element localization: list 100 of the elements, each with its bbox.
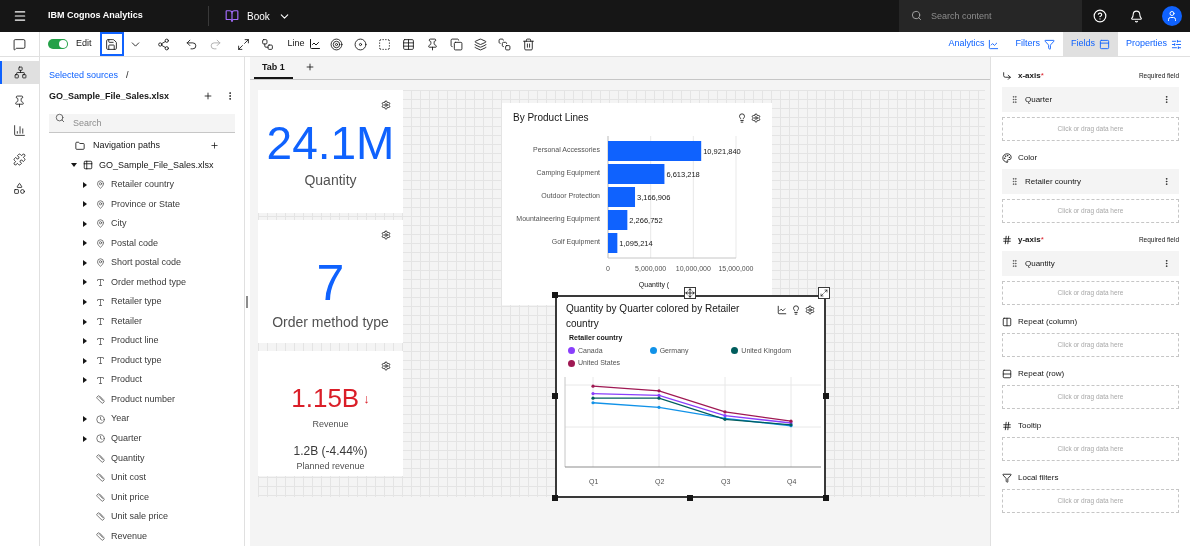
tree-item[interactable]: Unit price: [111, 490, 149, 505]
text-type-icon: [96, 336, 105, 346]
resize-handle[interactable]: [823, 393, 829, 399]
settings-icon[interactable]: [381, 361, 391, 371]
add-tab-icon[interactable]: [304, 62, 315, 72]
caret-icon[interactable]: [82, 416, 88, 423]
caret-icon[interactable]: [82, 181, 88, 188]
search-icon: [55, 113, 65, 123]
document-switcher[interactable]: Book: [225, 8, 291, 24]
caret-icon[interactable]: [82, 318, 88, 325]
tree-item[interactable]: GO_Sample_File_Sales.xlsx: [99, 158, 214, 173]
caret-icon[interactable]: [82, 240, 88, 247]
ruler-icon: [96, 492, 105, 502]
trend-arrow: ↓: [363, 389, 370, 408]
caret-icon[interactable]: [82, 299, 88, 305]
breadcrumb-separator: /: [126, 69, 129, 82]
settings-icon[interactable]: [805, 305, 815, 315]
text-type-icon: [96, 278, 105, 287]
drag-handle-icon[interactable]: [1010, 259, 1019, 268]
panel-tab[interactable]: Filters: [1007, 32, 1063, 56]
caret-icon[interactable]: [82, 279, 88, 286]
tree-item[interactable]: Quantity: [111, 451, 145, 465]
caret-icon[interactable]: [71, 162, 77, 169]
settings-icon[interactable]: [381, 100, 391, 110]
caret-icon[interactable]: [82, 357, 88, 364]
tree-item[interactable]: Year: [111, 412, 130, 426]
tree-item[interactable]: Order method type: [111, 275, 187, 290]
save-icon[interactable]: [99, 32, 124, 56]
resize-handle[interactable]: [687, 495, 693, 501]
caret-icon[interactable]: [82, 220, 88, 227]
visualization-type-button[interactable]: Line: [283, 37, 325, 51]
resize-handle[interactable]: [552, 393, 558, 399]
overflow-menu-icon[interactable]: [1162, 95, 1171, 104]
search-field[interactable]: Search content: [899, 0, 1082, 32]
rows-icon: [1002, 369, 1012, 379]
overflow-menu-icon[interactable]: [1162, 259, 1171, 268]
caret-icon[interactable]: [82, 201, 88, 208]
lightbulb-icon[interactable]: [737, 112, 747, 123]
tree-item[interactable]: Product number: [111, 392, 176, 407]
columns-icon: [1002, 317, 1012, 327]
panel-tab[interactable]: Analytics: [940, 32, 1008, 56]
panel-tab[interactable]: Fields: [1062, 32, 1118, 56]
navigation-paths-item[interactable]: Navigation paths: [93, 139, 210, 153]
panel-icon: [1098, 38, 1110, 50]
settings-icon[interactable]: [381, 230, 391, 240]
tree-item[interactable]: Unit sale price: [111, 510, 169, 524]
source-title: GO_Sample_File_Sales.xlsx: [49, 89, 171, 103]
caret-icon[interactable]: [82, 377, 88, 384]
clock-icon: [96, 434, 105, 444]
tree-item[interactable]: Province or State: [111, 197, 181, 212]
edit-toggle[interactable]: Edit: [48, 37, 92, 51]
caret-icon[interactable]: [82, 259, 88, 266]
lightbulb-icon[interactable]: [791, 305, 801, 315]
line-chart-icon: [988, 38, 1000, 50]
resize-handle[interactable]: [552, 495, 558, 501]
avatar[interactable]: [1162, 6, 1182, 26]
tree-item[interactable]: Retailer: [111, 314, 142, 329]
settings-icon[interactable]: [751, 112, 761, 123]
caret-icon[interactable]: [82, 338, 88, 345]
tab[interactable]: Tab 1: [254, 59, 293, 79]
move-handle-icon[interactable]: [684, 287, 696, 299]
tree-item[interactable]: Postal code: [111, 236, 159, 251]
search-field[interactable]: Search: [49, 114, 235, 133]
splitter-handle[interactable]: [246, 295, 248, 308]
kpi-value: 7: [316, 258, 345, 308]
drag-handle-icon[interactable]: [1010, 177, 1019, 186]
folder-icon: [75, 140, 85, 151]
tree-item[interactable]: Revenue: [111, 529, 148, 544]
kpi-label: Quantity: [304, 171, 357, 190]
resize-handle[interactable]: [552, 292, 558, 298]
add-icon[interactable]: [210, 141, 219, 151]
location-pin-icon: [96, 219, 105, 229]
panel-tab[interactable]: Properties: [1117, 32, 1190, 56]
add-icon[interactable]: [203, 91, 213, 102]
resize-handle[interactable]: [823, 495, 829, 501]
tree-item[interactable]: Retailer country: [111, 178, 175, 192]
tree-item[interactable]: Retailer type: [111, 295, 162, 309]
chart-type-icon[interactable]: [777, 305, 787, 315]
tree-item[interactable]: Unit cost: [111, 471, 146, 485]
location-pin-icon: [96, 199, 105, 209]
kpi-label: Order method type: [272, 313, 389, 332]
slot-label: Repeat (column): [1018, 316, 1078, 328]
tree-item[interactable]: City: [111, 217, 127, 231]
ruler-icon: [96, 395, 105, 405]
breadcrumb-link[interactable]: Selected sources: [49, 69, 119, 83]
overflow-menu-icon[interactable]: [1162, 177, 1171, 186]
tree-item[interactable]: Product line: [111, 334, 159, 348]
line-chart-icon: [308, 38, 321, 50]
caret-icon[interactable]: [82, 435, 88, 442]
tree-item[interactable]: Product type: [111, 353, 162, 368]
tree-item[interactable]: Product: [111, 373, 143, 387]
slot-label: Local filters: [1018, 472, 1059, 484]
drag-handle-icon[interactable]: [1010, 95, 1019, 104]
slot-label: Repeat (row): [1018, 368, 1065, 380]
filter-icon: [1043, 38, 1055, 50]
tree-item[interactable]: Quarter: [111, 432, 142, 446]
tree-item[interactable]: Short postal code: [111, 256, 182, 270]
hash-icon: [1002, 235, 1012, 245]
sources-icon[interactable]: [0, 61, 40, 84]
maximize-icon[interactable]: [818, 287, 830, 299]
